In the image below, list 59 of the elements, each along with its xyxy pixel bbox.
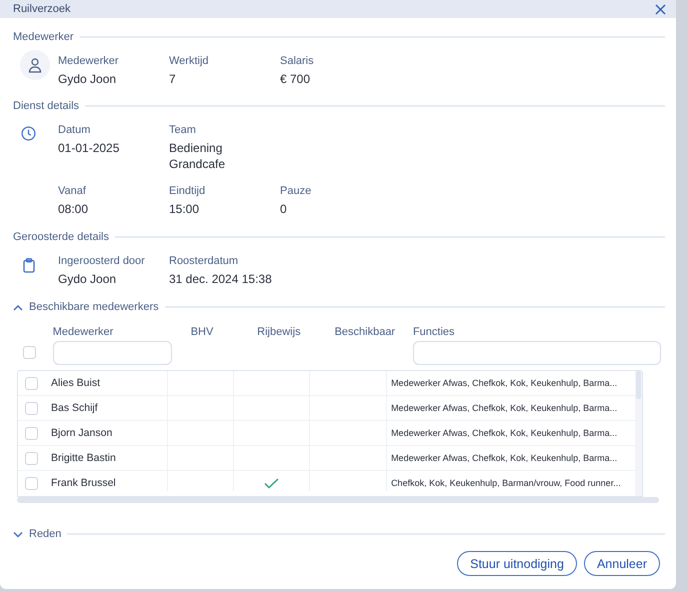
field-value: 01-01-2025 [58, 140, 120, 156]
table-cell: Frank Brussel [51, 477, 116, 489]
section-title: Beschikbare medewerkers [29, 301, 159, 313]
clipboard-icon [23, 258, 35, 273]
table-cell-text: Medewerker Afwas, Chefkok, Kok, Keukenhulp, Barma... [390, 403, 618, 413]
column-header: Beschikbaar [334, 326, 396, 340]
table-cell: Bjorn Janson [51, 427, 112, 439]
filter-field[interactable] [52, 341, 172, 365]
field-label: Vanaf [58, 185, 87, 197]
field-value: 31 dec. 2024 15:38 [169, 271, 273, 287]
column-header: Rijbewijs [257, 326, 302, 340]
field-value: 0 [280, 201, 288, 217]
field-value: 7 [169, 71, 177, 87]
row-checkbox[interactable] [25, 376, 38, 390]
table-cell-text: Medewerker Afwas, Chefkok, Kok, Keukenhulp, Barma... [390, 378, 618, 388]
person-icon [27, 57, 43, 73]
field-label: Datum [58, 124, 92, 136]
field-label: Roosterdatum [169, 255, 240, 267]
scrollbar[interactable] [17, 497, 659, 503]
row-checkbox[interactable] [25, 452, 38, 464]
field-label: Salaris [280, 55, 315, 67]
field-value: Bediening Grandcafe [169, 140, 226, 172]
section-title: Dienst details [13, 100, 80, 112]
field-value: Gydo Joon [58, 271, 118, 287]
field-value: 08:00 [58, 201, 90, 217]
field-value: € 700 [280, 71, 312, 87]
field-label: Team [169, 124, 197, 136]
section-title: Reden [29, 528, 62, 540]
filter-field[interactable] [412, 341, 661, 365]
table-cell-text: Chefkok, Kok, Keukenhulp, Barman/vrouw, Food runner... [390, 478, 621, 488]
clock-icon [21, 126, 36, 141]
field-value: 15:00 [169, 201, 200, 217]
table-cell: Alies Buist [51, 377, 100, 389]
column-header: BHV [190, 326, 214, 340]
chevron-down-icon[interactable] [13, 530, 23, 538]
table-cell-text: Medewerker Afwas, Chefkok, Kok, Keukenhulp, Barma... [390, 428, 618, 438]
close-button[interactable] [655, 4, 666, 14]
table-cell: Brigitte Bastin [51, 452, 116, 464]
field-label: Werktijd [169, 55, 210, 67]
row-checkbox[interactable] [25, 476, 38, 490]
chevron-up-icon[interactable] [13, 304, 23, 310]
section-title: Geroosterde details [13, 231, 109, 243]
action-button[interactable]: Stuur uitnodiging [457, 551, 577, 576]
section-title: Medewerker [13, 31, 74, 43]
table-cell: Bas Schijf [51, 402, 98, 414]
scrollbar[interactable] [635, 371, 642, 496]
field-value: Gydo Joon [58, 71, 118, 87]
row-checkbox[interactable] [25, 402, 38, 414]
field-label: Medewerker [58, 55, 120, 67]
column-header: Medewerker [52, 326, 114, 340]
column-header: Functies [412, 326, 456, 340]
field-label: Pauze [280, 185, 312, 197]
action-button[interactable]: Annuleer [584, 551, 660, 576]
table-cell-text: Medewerker Afwas, Chefkok, Kok, Keukenhulp, Barma... [390, 453, 618, 463]
field-label: Eindtijd [169, 185, 206, 197]
window-title: Ruilverzoek [13, 3, 70, 15]
select-all-checkbox[interactable] [23, 346, 36, 359]
row-checkbox[interactable] [25, 426, 38, 440]
field-label: Ingeroosterd door [58, 255, 146, 267]
